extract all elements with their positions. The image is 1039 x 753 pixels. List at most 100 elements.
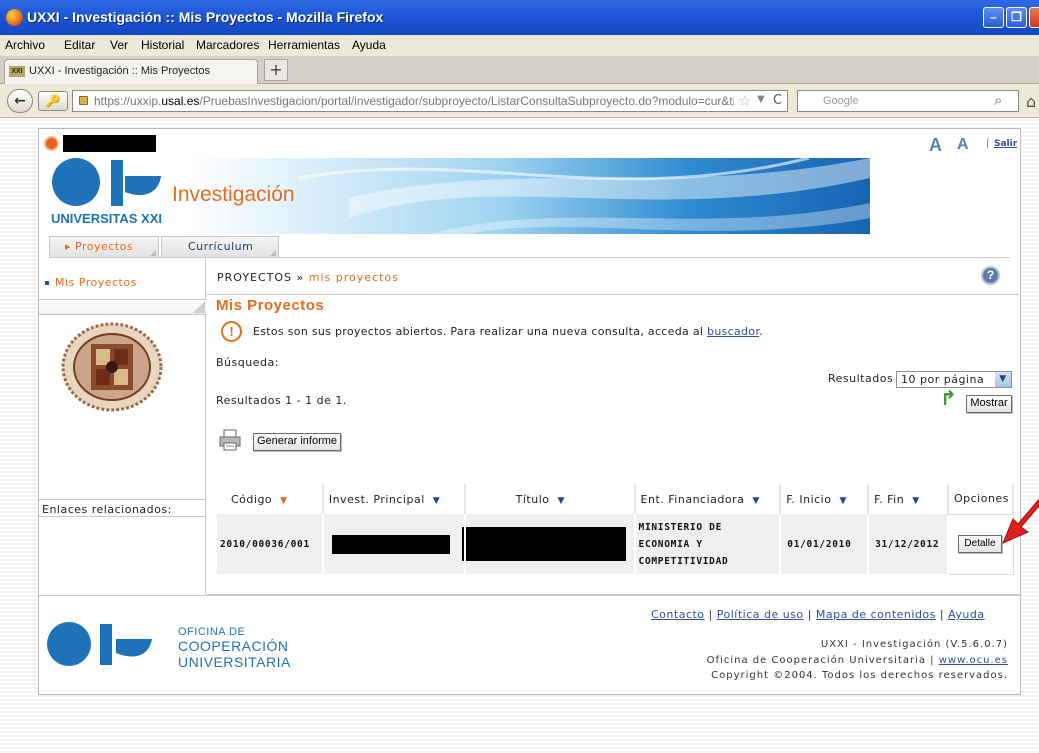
menu-ver[interactable]: Ver [110, 38, 128, 52]
main-content: PROYECTOS » mis proyectos ? Mis Proyecto… [207, 259, 1021, 595]
mapa-link[interactable]: Mapa de contenidos [816, 608, 936, 621]
politica-link[interactable]: Política de uso [717, 608, 804, 621]
per-page-value: 10 por página [901, 373, 985, 386]
sort-icon: ▼ [432, 495, 441, 506]
new-tab-button[interactable]: + [264, 59, 288, 81]
detalle-button[interactable]: Detalle [957, 535, 1002, 553]
reload-icon[interactable]: C [773, 93, 782, 108]
footer-links: Contacto | Política de uso | Mapa de con… [651, 608, 985, 621]
window-title: UXXI - Investigación :: Mis Proyectos - … [27, 9, 384, 25]
tab-curriculum[interactable]: Currículum [161, 236, 279, 257]
redacted-investigator [331, 534, 450, 554]
ocu-line-1: OFICINA DE [178, 626, 246, 638]
page-title: Mis Proyectos [216, 297, 325, 314]
cell-invest-principal [322, 514, 466, 574]
home-icon[interactable]: ⌂ [1026, 92, 1036, 111]
sidebar-item-mis-proyectos[interactable]: Mis Proyectos [45, 276, 137, 289]
info-message: Estos son sus proyectos abiertos. Para r… [253, 325, 763, 338]
printer-icon[interactable] [219, 429, 241, 451]
main-divider [207, 294, 1019, 295]
menu-marcadores[interactable]: Marcadores [196, 38, 259, 52]
col-titulo[interactable]: Título ▼ [464, 484, 636, 514]
sort-icon: ▼ [557, 495, 565, 506]
maximize-icon[interactable]: ❐ [1006, 7, 1027, 28]
sort-icon: ▼ [752, 495, 760, 506]
col-ent-financiadora[interactable]: Ent. Financiadora ▼ [634, 484, 782, 514]
sort-desc-icon: ▼ [280, 495, 288, 506]
window-titlebar: UXXI - Investigación :: Mis Proyectos - … [0, 0, 1039, 35]
col-f-inicio[interactable]: F. Inicio ▼ [780, 484, 870, 514]
contacto-link[interactable]: Contacto [651, 608, 705, 621]
back-arrow-icon[interactable]: ← [7, 89, 33, 113]
close-icon[interactable] [1029, 7, 1039, 28]
browser-tab[interactable]: XXI UXXI - Investigación :: Mis Proyecto… [4, 59, 258, 84]
menu-herramientas[interactable]: Herramientas [268, 38, 340, 52]
breadcrumb-separator: » [296, 271, 305, 284]
table-row: 2010/00036/001 MINISTERIO DE ECONOMIA Y … [217, 513, 1014, 575]
buscador-link[interactable]: buscador [707, 325, 759, 338]
university-seal-image [61, 322, 163, 412]
banner-subtitle: UNIVERSITAS XXI [51, 211, 163, 226]
ocu-line-3: UNIVERSITARIA [178, 654, 291, 670]
ocu-url-link[interactable]: www.ocu.es [939, 655, 1008, 666]
copyright: Copyright ©2004. Todos los derechos rese… [711, 670, 1008, 681]
generar-informe-button[interactable]: Generar informe [253, 433, 341, 451]
cell-entidad: MINISTERIO DE ECONOMIA Y COMPETITIVIDAD [634, 514, 782, 574]
cell-f-fin: 31/12/2012 [868, 514, 949, 574]
header-separator: | [986, 138, 990, 149]
ocu-credit: Oficina de Cooperación Universitaria | w… [706, 655, 1008, 666]
site-identity-icon[interactable]: 🔑 [38, 91, 68, 111]
menu-ayuda[interactable]: Ayuda [352, 38, 386, 52]
menu-editar[interactable]: Editar [64, 38, 95, 52]
ocu-logo [47, 622, 152, 666]
portal-frame: A A | Salir Investigación UNIVERSITAS XX… [38, 128, 1022, 695]
chevron-down-icon[interactable]: ▼ [995, 372, 1011, 387]
col-codigo[interactable]: Código ▼ [217, 484, 324, 514]
cell-titulo [461, 514, 636, 574]
search-input[interactable]: Google ⌕ [797, 90, 1019, 112]
footer-divider [39, 595, 1022, 596]
help-icon[interactable]: ? [981, 266, 1000, 285]
busqueda-label: Búsqueda: [216, 356, 279, 369]
col-f-fin[interactable]: F. Fin ▼ [868, 484, 949, 514]
version-text: UXXI - Investigación (V.5.6.0.7) [820, 639, 1008, 650]
menu-archivo[interactable]: Archivo [5, 38, 45, 52]
banner-title: Investigación [172, 183, 295, 206]
minimize-icon[interactable]: – [983, 7, 1004, 28]
firefox-icon [6, 9, 23, 26]
ocu-line-2: COOPERACIÓN [178, 638, 289, 654]
navigation-bar: ← 🔑 https://uxxip.usal.es/PruebasInvesti… [0, 84, 1039, 118]
font-decrease-icon[interactable]: A [957, 136, 969, 154]
ayuda-link[interactable]: Ayuda [948, 608, 984, 621]
redacted-title [461, 527, 626, 561]
search-icon[interactable]: ⌕ [994, 91, 1002, 109]
font-increase-icon[interactable]: A [929, 135, 942, 156]
menu-historial[interactable]: Historial [141, 38, 184, 52]
table-header-row: Código ▼ Invest. Principal ▼ Título ▼ Ent. … [217, 484, 1015, 514]
user-icon [44, 136, 59, 151]
cell-f-inicio: 01/01/2010 [780, 514, 870, 574]
bookmark-star-icon[interactable]: ☆ [738, 92, 751, 110]
projects-table: Código ▼ Invest. Principal ▼ Título ▼ Ent. … [217, 484, 1015, 575]
tab-bar: XXI UXXI - Investigación :: Mis Proyecto… [0, 56, 1039, 84]
enlaces-relacionados-heading: Enlaces relacionados: [39, 499, 206, 517]
investigacion-banner: Investigación UNIVERSITAS XXI [49, 158, 870, 234]
warning-icon: ! [221, 321, 242, 342]
cell-codigo: 2010/00036/001 [217, 514, 324, 574]
resultados-label: Resultados [828, 372, 894, 385]
mostrar-button[interactable]: Mostrar [966, 395, 1012, 413]
url-bar[interactable]: https://uxxip.usal.es/PruebasInvestigaci… [72, 90, 788, 112]
tab-proyectos[interactable]: ▸ Proyectos [49, 236, 159, 257]
url-dropdown-icon[interactable]: ▼ [757, 94, 765, 105]
sort-icon: ▼ [839, 495, 847, 506]
sidebar: Mis Proyectos Enlaces relacionados: [39, 259, 206, 595]
url-text: https://uxxip.usal.es/PruebasInvestigaci… [94, 94, 734, 108]
col-invest-principal[interactable]: Invest. Principal ▼ [322, 484, 466, 514]
tab-favicon: XXI [9, 66, 25, 77]
salir-link[interactable]: Salir [994, 139, 1017, 149]
menu-bar: Archivo Editar Ver Historial Marcadores … [0, 35, 1039, 56]
breadcrumb-current: mis proyectos [308, 271, 399, 284]
sidebar-divider [39, 299, 206, 315]
refresh-arrow-icon: ↱ [940, 386, 957, 410]
breadcrumb-root[interactable]: PROYECTOS [217, 271, 292, 284]
